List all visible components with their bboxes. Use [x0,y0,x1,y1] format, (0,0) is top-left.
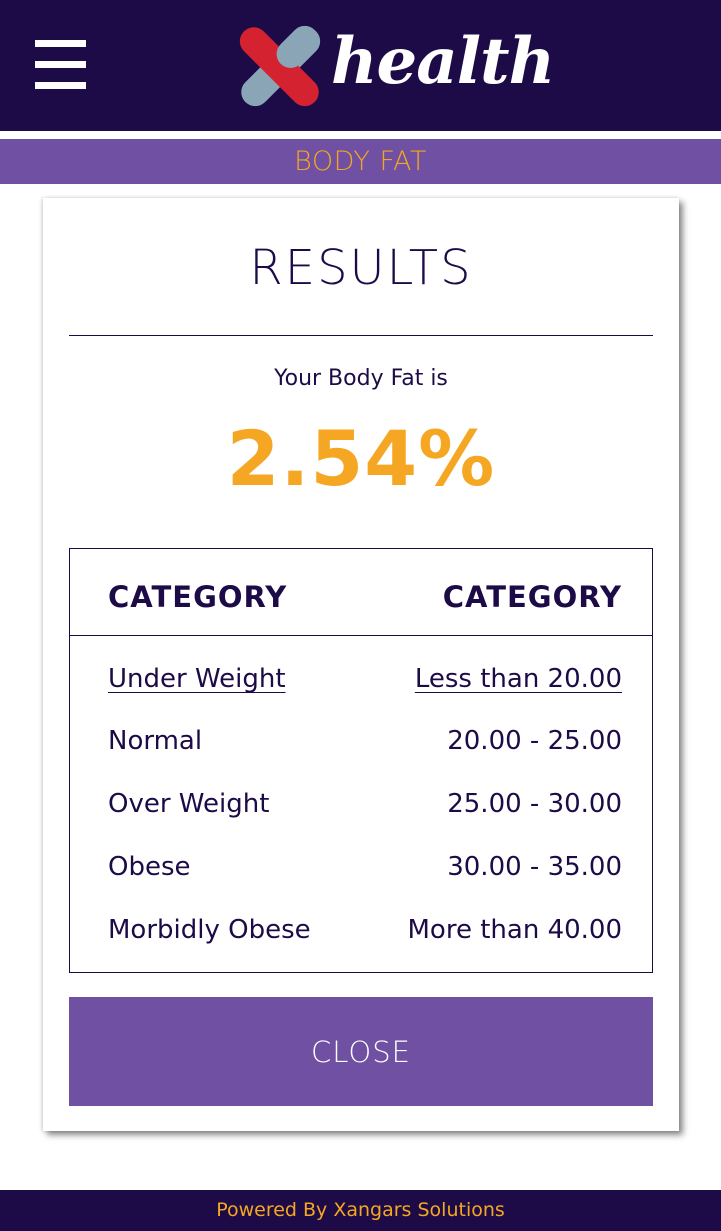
table-row: Morbidly Obese More than 40.00 [70,910,652,950]
close-button[interactable]: CLOSE [69,997,653,1106]
row-category: Under Weight [108,664,286,694]
table-row: Over Weight 25.00 - 30.00 [70,784,652,824]
menu-icon-line [35,61,86,68]
column-header-range: CATEGORY [442,580,622,614]
menu-icon-line [35,40,86,47]
app-logo: health [233,20,555,112]
results-title: RESULTS [249,240,473,296]
body-fat-value: 2.54% [226,414,496,503]
row-range: More than 40.00 [407,915,623,945]
table-row: Under Weight Less than 20.00 [70,659,652,699]
section-header: BODY FAT [0,139,721,184]
result-label: Your Body Fat is [274,366,448,391]
row-category: Obese [108,852,191,882]
row-category: Morbidly Obese [108,915,311,945]
category-table: CATEGORY CATEGORY Under Weight Less than… [69,548,653,973]
divider [69,335,653,336]
column-header-category: CATEGORY [108,580,288,614]
top-app-bar: health [0,0,721,131]
row-category: Normal [108,726,203,756]
table-row: Normal 20.00 - 25.00 [70,721,652,761]
results-card: RESULTS Your Body Fat is 2.54% CATEGORY … [43,198,679,1131]
brand-name: health [331,24,555,99]
row-range: 25.00 - 30.00 [447,789,622,819]
menu-icon-line [35,82,86,89]
table-row: Obese 30.00 - 35.00 [70,847,652,887]
section-title: BODY FAT [294,146,427,177]
footer-credit: Powered By Xangars Solutions [216,1199,505,1221]
x-logo-icon [239,25,321,107]
menu-icon[interactable] [35,40,86,90]
row-range: 20.00 - 25.00 [447,726,622,756]
row-range: 30.00 - 35.00 [447,852,622,882]
row-category: Over Weight [108,789,270,819]
footer: Powered By Xangars Solutions [0,1190,721,1231]
row-range: Less than 20.00 [414,664,622,694]
table-header: CATEGORY CATEGORY [70,549,652,636]
